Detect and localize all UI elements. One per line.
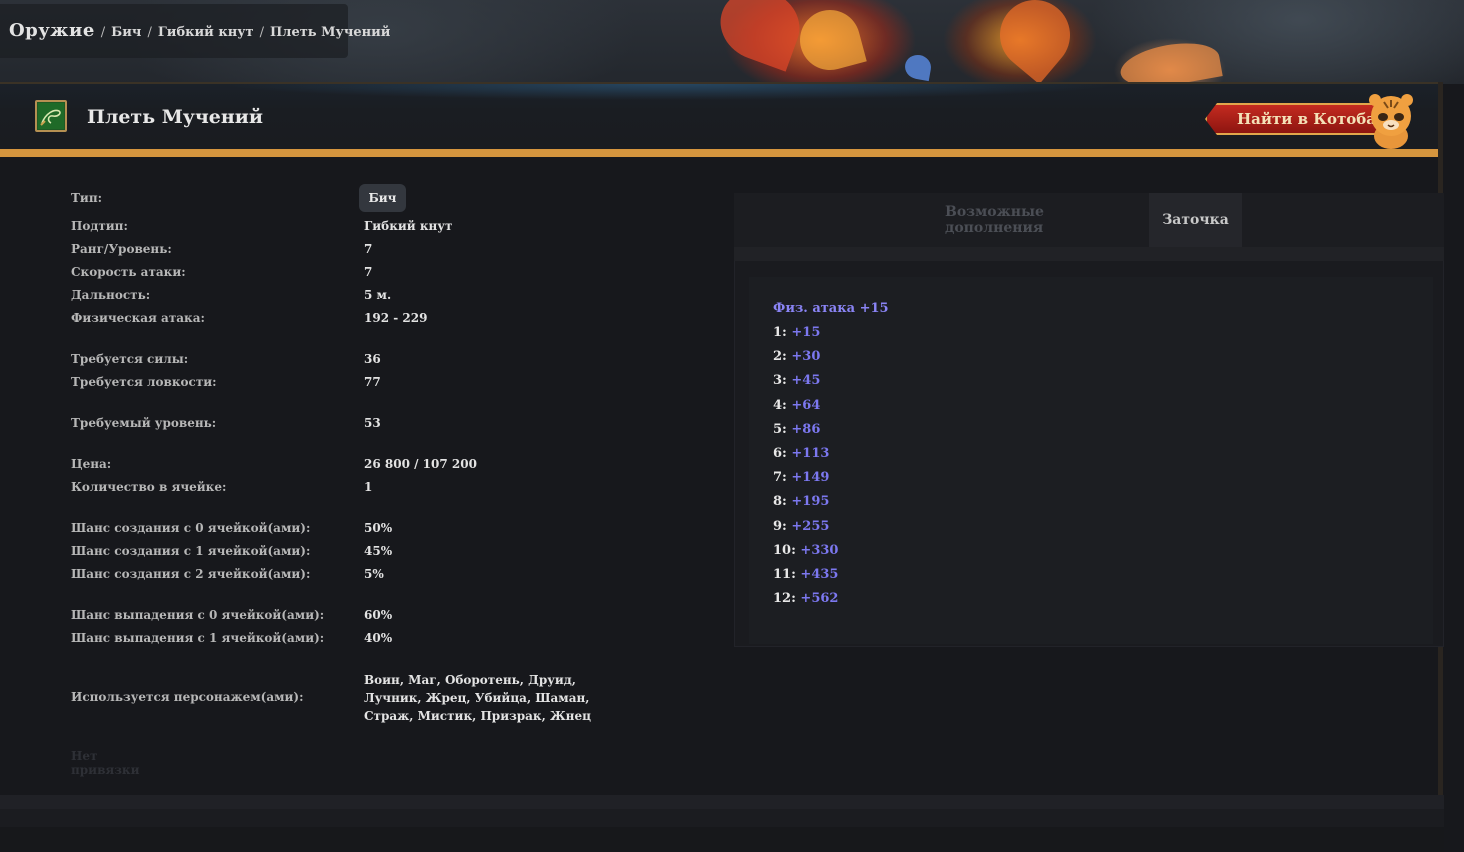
title-gold-divider xyxy=(0,149,1438,157)
sharpening-bonus: +45 xyxy=(791,373,821,389)
prop-type-chip[interactable]: Бич xyxy=(359,184,406,212)
prop-subtype-value: Гибкий кнут xyxy=(364,219,453,233)
breadcrumb-separator: / xyxy=(100,25,106,40)
prop-drop0-value: 60% xyxy=(364,608,393,622)
sharpening-row: 6: +113 xyxy=(773,446,829,461)
whip-icon xyxy=(38,103,64,129)
prop-binding: Нет привязки xyxy=(71,749,140,777)
prop-speed-value: 7 xyxy=(364,265,373,279)
prop-type-label: Тип: xyxy=(71,191,103,205)
prop-classes-value: Воин, Маг, Оборотень, Друид, Лучник, Жре… xyxy=(364,673,591,723)
sharpening-level: 5: xyxy=(773,421,787,437)
sharpening-bonus: +113 xyxy=(791,446,830,461)
title-bar-glow xyxy=(220,84,1120,100)
prop-classes-label: Используется персонажем(ами): xyxy=(71,690,304,704)
sharpening-bonus: +149 xyxy=(791,470,830,486)
prop-range-label: Дальность: xyxy=(71,288,151,302)
breadcrumb-item-current: Плеть Мучений xyxy=(270,25,391,40)
sharpening-row: 7: +149 xyxy=(773,470,829,485)
sharpening-bonus: +195 xyxy=(791,494,830,510)
prop-price-value: 26 800 / 107 200 xyxy=(364,457,477,471)
sharpening-level: 3: xyxy=(773,373,787,389)
sharpening-bonus: +255 xyxy=(791,518,830,534)
sharpening-level: 8: xyxy=(773,494,787,510)
sharpening-row: 4: +64 xyxy=(773,398,820,413)
sharpening-level: 6: xyxy=(773,446,787,461)
tab-possible-extras[interactable]: Возможные дополнения xyxy=(945,193,1143,247)
prop-rank-label: Ранг/Уровень: xyxy=(71,242,172,256)
prop-level-label: Требуемый уровень: xyxy=(71,416,217,430)
prop-subtype-label: Подтип: xyxy=(71,219,128,233)
sharpening-level: 10: xyxy=(773,542,796,558)
sharpening-level: 12: xyxy=(773,591,796,607)
prop-craft0-value: 50% xyxy=(364,521,393,535)
sharpening-row: 5: +86 xyxy=(773,422,820,437)
sharpening-bonus: +330 xyxy=(800,542,839,558)
prop-craft1-label: Шанс создания с 1 ячейкой(ами): xyxy=(71,544,311,558)
sharpening-row: 11: +435 xyxy=(773,567,838,582)
sharpening-content xyxy=(749,277,1433,644)
sharpening-bonus: +15 xyxy=(791,325,821,340)
prop-speed-label: Скорость атаки: xyxy=(71,265,186,279)
prop-str-label: Требуется силы: xyxy=(71,352,189,366)
sharpening-row: 10: +330 xyxy=(773,543,838,558)
whip-item-icon xyxy=(35,100,67,132)
breadcrumb-separator: / xyxy=(259,25,264,40)
sharpening-level: 2: xyxy=(773,349,787,365)
breadcrumb-item-subtype[interactable]: Гибкий кнут xyxy=(158,25,254,40)
breadcrumb-separator: / xyxy=(147,25,152,40)
breadcrumb-root[interactable]: Оружие xyxy=(9,20,95,41)
prop-price-label: Цена: xyxy=(71,457,112,471)
breadcrumb: Оружие / Бич / Гибкий кнут / Плеть Мучен… xyxy=(9,20,390,41)
prop-cell-count-label: Количество в ячейке: xyxy=(71,480,227,494)
sharpening-bonus: +86 xyxy=(791,421,821,437)
prop-attack-label: Физическая атака: xyxy=(71,311,205,325)
sharpening-level: 7: xyxy=(773,470,787,486)
banner-art-feather xyxy=(903,52,933,82)
prop-rank-value: 7 xyxy=(364,242,373,256)
sharpening-bonus: +562 xyxy=(800,591,839,607)
sharpening-row: 12: +562 xyxy=(773,591,838,606)
sharpening-row: 8: +195 xyxy=(773,494,829,509)
prop-str-value: 36 xyxy=(364,352,381,366)
prop-craft2-label: Шанс создания с 2 ячейкой(ами): xyxy=(71,567,311,581)
prop-drop1-value: 40% xyxy=(364,631,393,645)
sharpening-row: 3: +45 xyxy=(773,373,820,388)
prop-agi-value: 77 xyxy=(364,375,381,389)
prop-drop0-label: Шанс выпадения с 0 ячейкой(ами): xyxy=(71,608,325,622)
sharpening-row: 9: +255 xyxy=(773,519,829,534)
footer-band xyxy=(0,795,1444,809)
sharpening-level: 1: xyxy=(773,325,787,340)
tiger-mascot-icon xyxy=(1369,94,1413,149)
sharpening-bonus: +435 xyxy=(800,567,839,582)
sharpening-bonus: +64 xyxy=(791,397,821,413)
sharpening-header: Физ. атака +15 xyxy=(773,301,889,316)
sharpening-level: 9: xyxy=(773,518,787,534)
prop-craft2-value: 5% xyxy=(364,567,384,581)
sharpening-row: 2: +30 xyxy=(773,349,820,364)
sharpening-bonus: +30 xyxy=(791,349,821,365)
footer-band xyxy=(0,809,1444,827)
prop-drop1-label: Шанс выпадения с 1 ячейкой(ами): xyxy=(71,631,325,645)
prop-craft0-label: Шанс создания с 0 ячейкой(ами): xyxy=(71,521,311,535)
sharpening-row: 1: +15 xyxy=(773,325,820,340)
breadcrumb-item-type[interactable]: Бич xyxy=(111,25,141,40)
banner-art-feather xyxy=(793,3,867,77)
prop-level-value: 53 xyxy=(364,416,381,430)
prop-range-value: 5 м. xyxy=(364,288,392,302)
sharpening-level: 11: xyxy=(773,567,796,582)
item-title: Плеть Мучений xyxy=(87,106,263,128)
sharpening-level: 4: xyxy=(773,397,787,413)
prop-attack-value: 192 - 229 xyxy=(364,311,428,325)
tabs-divider xyxy=(734,247,1444,261)
footer-band xyxy=(0,827,1444,852)
prop-agi-label: Требуется ловкости: xyxy=(71,375,217,389)
tab-sharpening[interactable]: Заточка xyxy=(1149,193,1242,247)
banner-art-feather xyxy=(710,0,810,72)
banner-art-feather xyxy=(985,0,1085,85)
prop-cell-count-value: 1 xyxy=(364,480,373,494)
prop-craft1-value: 45% xyxy=(364,544,393,558)
